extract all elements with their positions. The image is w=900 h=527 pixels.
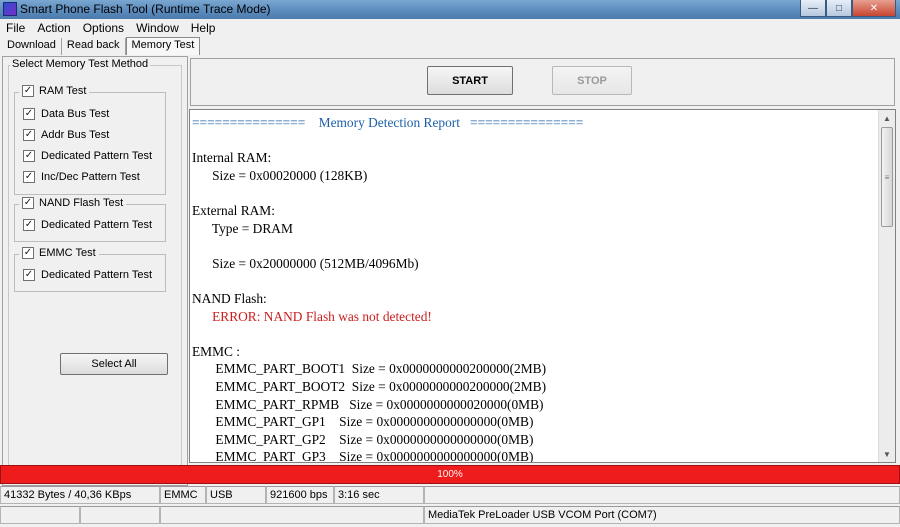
method-group-title: Select Memory Test Method <box>10 58 151 70</box>
report-line: EMMC_PART_BOOT2 Size = 0x000000000020000… <box>192 378 547 394</box>
status-empty-4 <box>160 506 424 524</box>
stop-button[interactable]: STOP <box>552 66 632 95</box>
report-line: Size = 0x00020000 (128KB) <box>192 167 368 183</box>
emmc-dedicated-pattern-checkbox[interactable]: ✓ <box>23 269 35 281</box>
report-line: EMMC_PART_GP2 Size = 0x0000000000000000(… <box>192 431 534 447</box>
scroll-down-icon[interactable]: ▼ <box>879 446 895 462</box>
start-button[interactable]: START <box>427 66 513 95</box>
tab-strip: Download Read back Memory Test <box>2 37 201 56</box>
window-controls: — □ ✕ <box>800 0 896 18</box>
ram-dedicated-pattern-label: Dedicated Pattern Test <box>41 150 153 162</box>
ram-dedicated-pattern-checkbox[interactable]: ✓ <box>23 150 35 162</box>
nand-dedicated-pattern-label: Dedicated Pattern Test <box>41 219 153 231</box>
report-line: NAND Flash: <box>192 290 267 306</box>
ram-test-toggle[interactable]: ✓ RAM Test <box>19 85 90 97</box>
addr-bus-label: Addr Bus Test <box>41 129 110 141</box>
report-line: EMMC_PART_BOOT1 Size = 0x000000000020000… <box>192 361 547 377</box>
inc-dec-pattern-checkbox[interactable]: ✓ <box>23 171 35 183</box>
report-line: EMMC : <box>192 343 240 359</box>
nand-test-group: ✓ NAND Flash Test ✓ Dedicated Pattern Te… <box>14 197 166 242</box>
menu-bar: File Action Options Window Help <box>0 19 900 37</box>
progress-label: 100% <box>437 469 463 480</box>
nand-test-label: NAND Flash Test <box>39 197 124 209</box>
status-empty-1 <box>424 486 900 504</box>
memory-test-method-panel: Select Memory Test Method ✓ RAM Test ✓ D… <box>2 56 188 486</box>
status-port: MediaTek PreLoader USB VCOM Port (COM7) <box>424 506 900 524</box>
menu-window[interactable]: Window <box>130 21 185 35</box>
ram-test-group: ✓ RAM Test ✓ Data Bus Test ✓ Addr Bus Te… <box>14 85 166 195</box>
ram-test-checkbox[interactable]: ✓ <box>22 85 34 97</box>
emmc-test-checkbox[interactable]: ✓ <box>22 247 34 259</box>
nand-test-toggle[interactable]: ✓ NAND Flash Test <box>19 197 127 209</box>
app-icon <box>3 2 17 16</box>
report-line: EMMC_PART_RPMB Size = 0x0000000000020000… <box>192 396 544 412</box>
tab-read-back[interactable]: Read back <box>62 38 126 55</box>
report-line: ERROR: NAND Flash was not detected! <box>192 308 432 324</box>
option-inc-dec-pattern[interactable]: ✓ Inc/Dec Pattern Test <box>23 171 140 183</box>
status-empty-2 <box>0 506 80 524</box>
report-line <box>192 184 877 202</box>
report-scrollbar[interactable]: ▲ ≡ ▼ <box>878 110 895 462</box>
status-empty-3 <box>80 506 160 524</box>
inc-dec-pattern-label: Inc/Dec Pattern Test <box>41 171 140 183</box>
menu-action[interactable]: Action <box>31 21 76 35</box>
status-storage-type: EMMC <box>160 486 206 504</box>
data-bus-checkbox[interactable]: ✓ <box>23 108 35 120</box>
option-addr-bus-test[interactable]: ✓ Addr Bus Test <box>23 129 109 141</box>
addr-bus-checkbox[interactable]: ✓ <box>23 129 35 141</box>
menu-help[interactable]: Help <box>185 21 222 35</box>
emmc-dedicated-pattern-label: Dedicated Pattern Test <box>41 269 153 281</box>
status-baud-rate: 921600 bps <box>266 486 334 504</box>
window-title: Smart Phone Flash Tool (Runtime Trace Mo… <box>20 2 271 16</box>
report-line: EMMC_PART_GP1 Size = 0x0000000000000000(… <box>192 414 534 430</box>
menu-file[interactable]: File <box>0 21 31 35</box>
select-all-button[interactable]: Select All <box>60 353 168 375</box>
control-toolbar: START STOP <box>190 58 895 106</box>
data-bus-label: Data Bus Test <box>41 108 110 120</box>
title-bar: Smart Phone Flash Tool (Runtime Trace Mo… <box>0 0 900 19</box>
menu-options[interactable]: Options <box>77 21 130 35</box>
nand-dedicated-pattern-checkbox[interactable]: ✓ <box>23 219 35 231</box>
report-line <box>192 132 877 150</box>
option-nand-dedicated-pattern[interactable]: ✓ Dedicated Pattern Test <box>23 219 152 231</box>
tab-memory-test[interactable]: Memory Test <box>125 37 201 55</box>
maximize-button[interactable]: □ <box>826 0 852 17</box>
report-line <box>192 237 877 255</box>
report-line: Internal RAM: <box>192 150 272 166</box>
option-ram-dedicated-pattern[interactable]: ✓ Dedicated Pattern Test <box>23 150 152 162</box>
report-line: Type = DRAM <box>192 220 293 236</box>
report-line: EMMC_PART_GP3 Size = 0x0000000000000000(… <box>192 449 534 463</box>
option-emmc-dedicated-pattern[interactable]: ✓ Dedicated Pattern Test <box>23 269 152 281</box>
report-line: Size = 0x20000000 (512MB/4096Mb) <box>192 255 419 271</box>
tab-download[interactable]: Download <box>2 38 62 55</box>
minimize-button[interactable]: — <box>800 0 826 17</box>
nand-test-checkbox[interactable]: ✓ <box>22 197 34 209</box>
ram-test-label: RAM Test <box>39 85 87 97</box>
emmc-test-label: EMMC Test <box>39 247 96 259</box>
emmc-test-group: ✓ EMMC Test ✓ Dedicated Pattern Test <box>14 247 166 292</box>
status-transfer-rate: 41332 Bytes / 40,36 KBps <box>0 486 160 504</box>
status-connection: USB <box>206 486 266 504</box>
memory-detection-report[interactable]: =============== Memory Detection Report … <box>189 109 896 463</box>
report-text: =============== Memory Detection Report … <box>192 114 877 463</box>
scrollbar-thumb[interactable]: ≡ <box>881 127 893 227</box>
report-line: External RAM: <box>192 202 275 218</box>
scroll-up-icon[interactable]: ▲ <box>879 110 895 126</box>
option-data-bus-test[interactable]: ✓ Data Bus Test <box>23 108 109 120</box>
report-line <box>192 272 877 290</box>
status-bar: 41332 Bytes / 40,36 KBps EMMC USB 921600… <box>0 486 900 527</box>
progress-bar: 100% <box>0 465 900 484</box>
close-button[interactable]: ✕ <box>852 0 896 17</box>
report-line <box>192 325 877 343</box>
emmc-test-toggle[interactable]: ✓ EMMC Test <box>19 247 99 259</box>
report-line: =============== Memory Detection Report … <box>192 115 584 130</box>
status-elapsed-time: 3:16 sec <box>334 486 424 504</box>
